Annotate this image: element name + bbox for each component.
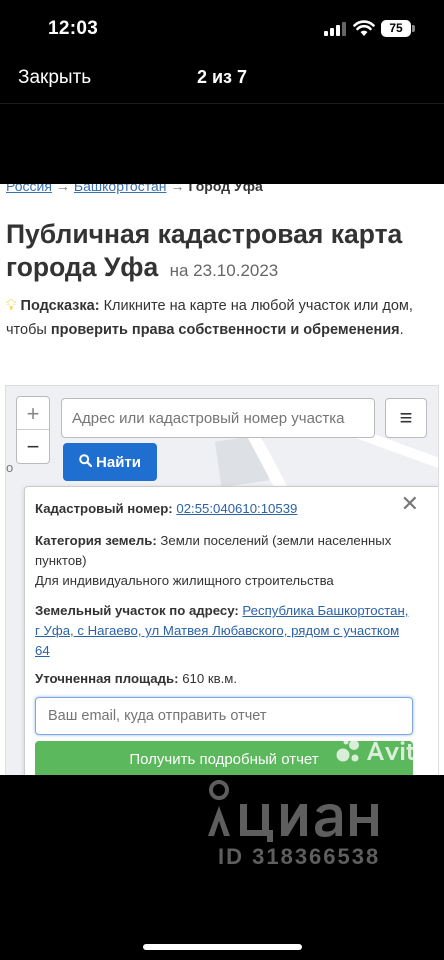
menu-button[interactable]: ≡ <box>385 398 427 438</box>
zoom-control: + − <box>16 396 50 464</box>
page-title: Публичная кадастровая карта города Уфа н… <box>6 218 438 287</box>
cian-watermark: ID 318366538 <box>186 780 416 880</box>
hint-label: Подсказка: <box>20 298 100 314</box>
status-time: 12:03 <box>48 18 99 39</box>
land-usage: Для индивидуального жилищного строительс… <box>35 573 334 588</box>
area-value: 610 кв.м. <box>182 671 238 686</box>
find-button-label: Найти <box>96 454 141 471</box>
status-bar: 12:03 75 <box>0 0 444 56</box>
hamburger-menu-icon: ≡ <box>399 405 413 430</box>
breadcrumb-russia[interactable]: Россия <box>6 184 52 194</box>
map-edge-label: о <box>6 460 14 475</box>
photo-image: Россия → Башкортостан → Город Уфа Публичная … <box>0 184 444 775</box>
breadcrumb: Россия → Башкортостан → Город Уфа <box>6 184 263 194</box>
land-category-row: Категория земель: Земли поселений (земли… <box>35 533 392 568</box>
zoom-in-button[interactable]: + <box>17 397 49 430</box>
battery-icon: 75 <box>381 20 415 37</box>
cadastral-number-row: Кадастровый номер: 02:55:040610:10539 <box>35 501 298 516</box>
find-button[interactable]: Найти <box>63 443 157 481</box>
wifi-icon <box>353 20 375 36</box>
address-search-input[interactable] <box>61 398 375 438</box>
battery-level: 75 <box>381 20 411 37</box>
page-title-date: на 23.10.2023 <box>169 261 279 280</box>
hint-text: 💡︎ Подсказка: Кликните на карте на любой … <box>6 294 438 342</box>
lightbulb-icon: 💡︎ <box>6 297 17 314</box>
search-icon <box>79 443 93 481</box>
viewer-header: Закрыть 2 из 7 <box>0 56 444 104</box>
cellular-signal-icon <box>324 22 346 36</box>
email-field[interactable] <box>35 697 413 735</box>
hint-bold: проверить права собственности и обремене… <box>50 322 400 338</box>
cadastral-map[interactable]: о 56 + − ≡ Найти ✕ Кадастровый номер: 02… <box>5 385 439 775</box>
breadcrumb-bashkortostan[interactable]: Башкортостан <box>74 184 167 194</box>
avito-logo-icon <box>336 739 432 762</box>
location-pin-icon <box>208 780 230 836</box>
breadcrumb-current: Город Уфа <box>188 184 263 194</box>
parcel-info-card: ✕ Кадастровый номер: 02:55:040610:10539 … <box>24 486 438 775</box>
cadastral-number-link[interactable]: 02:55:040610:10539 <box>176 501 297 516</box>
zoom-out-button[interactable]: − <box>17 430 49 463</box>
cian-logo-icon <box>240 804 378 842</box>
avito-watermark <box>336 736 440 773</box>
address-row: Земельный участок по адресу: Республика … <box>35 603 409 658</box>
close-button[interactable]: Закрыть <box>18 67 91 89</box>
home-indicator <box>143 944 302 950</box>
listing-id: ID 318366538 <box>218 844 381 869</box>
area-row: Уточненная площадь: 610 кв.м. <box>35 671 238 686</box>
